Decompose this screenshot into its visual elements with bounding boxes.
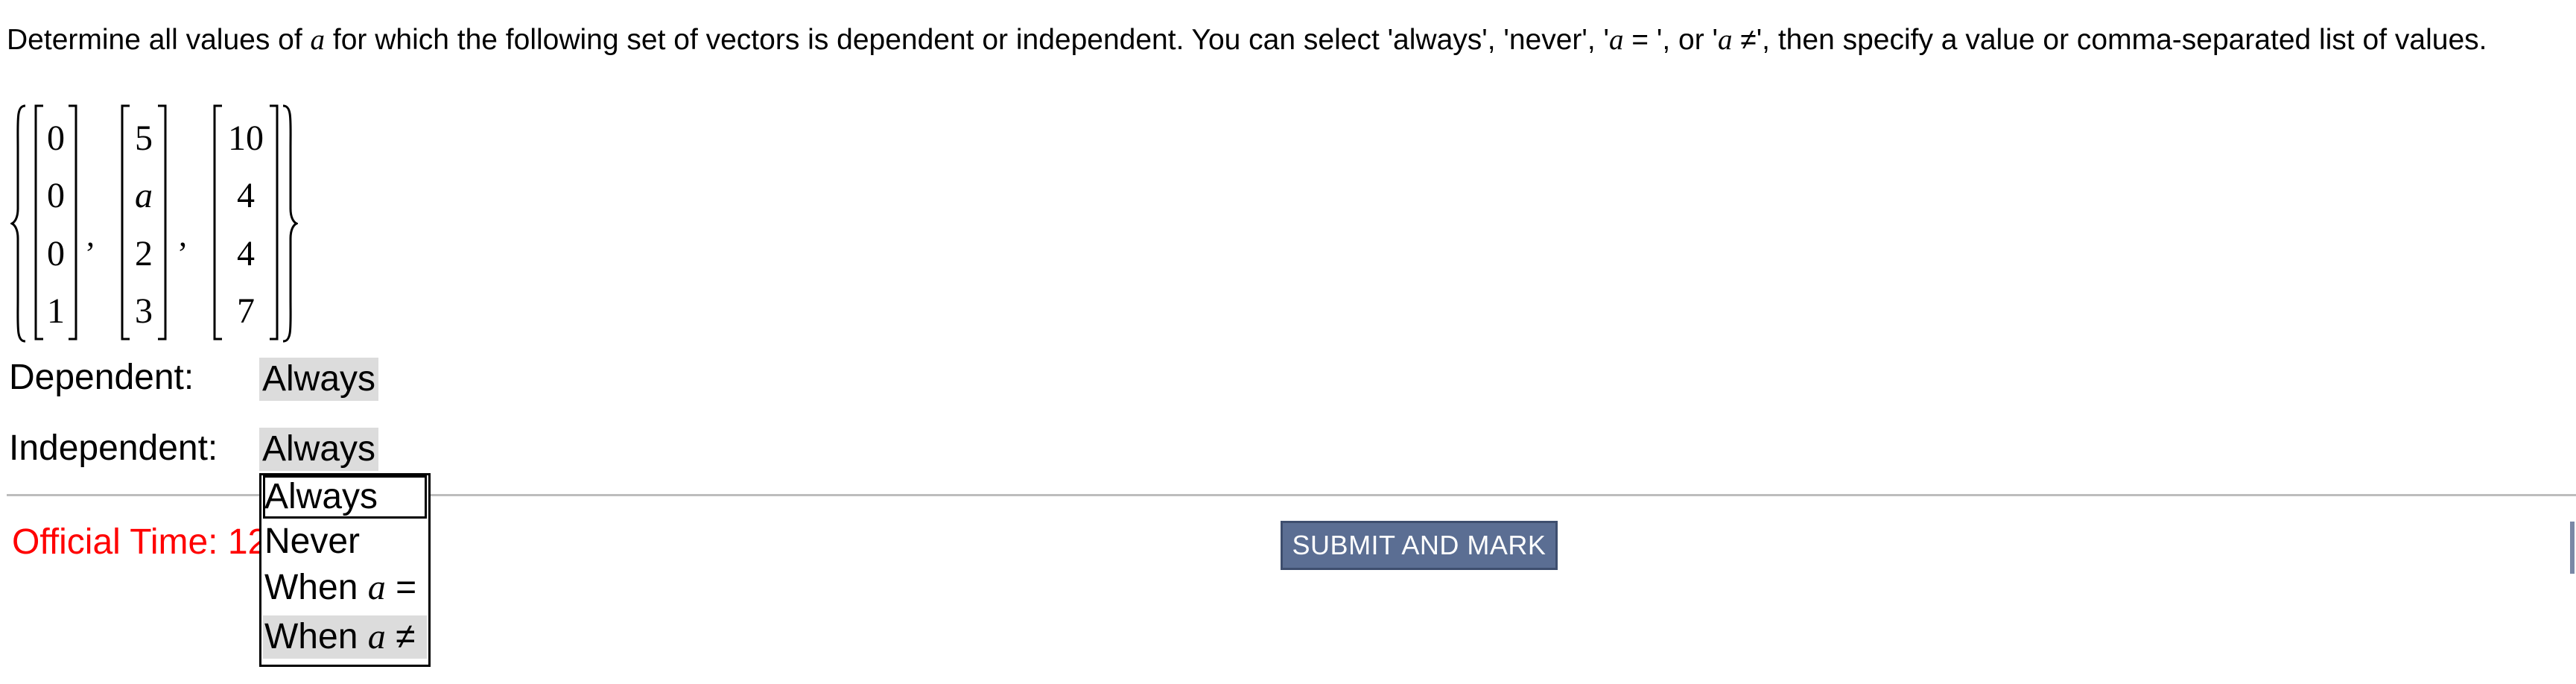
independent-label: Independent: — [9, 428, 218, 468]
vector-separator: , — [86, 217, 95, 253]
vector-2-cell-4: 3 — [135, 291, 153, 331]
question-part1: Determine all values of — [7, 24, 311, 56]
option-when-a-not-equals[interactable]: When a ≠ — [263, 615, 427, 659]
independent-dropdown-list[interactable]: Always Never When a = When a ≠ — [259, 473, 431, 667]
vector-1-cell-1: 0 — [47, 118, 65, 158]
independent-select[interactable]: Always — [259, 428, 379, 471]
vector-2-cell-1: 5 — [135, 118, 153, 158]
variable-a: a — [310, 24, 326, 56]
option-when-a-equals[interactable]: When a = — [263, 566, 427, 609]
option-when-text: When — [264, 617, 368, 656]
question-part4: ', then specify a value or comma-separat… — [1756, 24, 2487, 56]
equals-symbol: = — [1623, 24, 1657, 56]
vector-1-cell-3: 0 — [47, 234, 65, 273]
dependent-label: Dependent: — [9, 358, 194, 397]
question-part3: ', or ' — [1656, 24, 1718, 56]
dependent-select[interactable]: Always — [259, 358, 379, 401]
not-equals-symbol: ≠ — [1732, 24, 1757, 56]
vector-3-cell-4: 7 — [237, 291, 255, 331]
right-brace-icon — [282, 104, 298, 343]
submit-and-mark-button[interactable]: SUBMIT AND MARK — [1281, 521, 1558, 570]
vector-separator: , — [179, 217, 187, 253]
vector-3-cell-2: 4 — [237, 176, 255, 215]
option-variable-a: a — [367, 568, 386, 607]
question-part2: for which the following set of vectors i… — [325, 24, 1609, 56]
variable-a-eq: a — [1608, 24, 1624, 56]
option-variable-a: a — [367, 617, 386, 656]
vector-1-cell-2: 0 — [47, 176, 65, 215]
vector-2-cell-3: 2 — [135, 234, 153, 273]
left-brace-icon — [10, 104, 26, 343]
option-equals-symbol: = — [385, 568, 417, 607]
vector-2: 5 a 2 3 — [119, 104, 168, 341]
vector-3-cell-3: 4 — [237, 234, 255, 273]
edge-button[interactable] — [2570, 522, 2575, 574]
official-time: Official Time: 12 — [12, 522, 268, 562]
question-text: Determine all values of a for which the … — [7, 21, 2487, 60]
option-not-equals-symbol: ≠ — [385, 617, 416, 656]
variable-a-neq: a — [1717, 24, 1733, 56]
vector-1-cell-4: 1 — [47, 291, 65, 331]
vector-3-cell-1: 10 — [228, 118, 264, 158]
option-always-text: Always — [264, 477, 378, 516]
option-when-text: When — [264, 568, 368, 607]
vector-3: 10 4 4 7 — [212, 104, 280, 341]
option-never-text: Never — [264, 522, 361, 561]
vector-set: 0 0 0 1 , 5 a 2 3 , 10 4 4 7 — [0, 89, 313, 350]
vector-2-cell-2: a — [135, 176, 153, 215]
option-always[interactable]: Always — [263, 475, 427, 519]
option-never[interactable]: Never — [263, 520, 427, 563]
vector-1: 0 0 0 1 — [33, 104, 79, 341]
